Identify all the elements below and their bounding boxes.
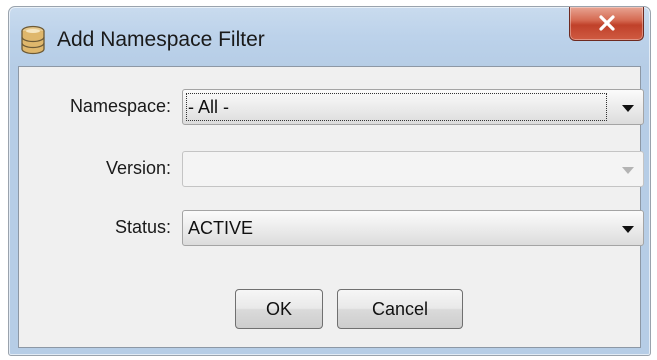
namespace-label: Namespace:	[69, 96, 171, 116]
database-icon	[20, 25, 46, 55]
version-label: Version:	[105, 158, 171, 178]
namespace-combobox[interactable]: - All -	[182, 89, 644, 125]
version-combobox[interactable]	[182, 151, 644, 187]
chevron-down-icon[interactable]	[622, 105, 634, 112]
title-bar[interactable]: Add Namespace Filter	[9, 7, 650, 67]
dialog-title: Add Namespace Filter	[57, 28, 265, 51]
cancel-button[interactable]: Cancel	[337, 289, 463, 329]
ok-button[interactable]: OK	[235, 289, 323, 329]
chevron-down-icon[interactable]	[622, 226, 634, 233]
namespace-value: - All -	[188, 97, 230, 117]
status-value: ACTIVE	[188, 218, 254, 238]
dialog-content: Namespace: - All - Version: Status: ACTI…	[18, 66, 644, 348]
chevron-down-icon[interactable]	[622, 167, 634, 174]
dialog-window: Add Namespace Filter Namespace: - All - …	[8, 6, 651, 356]
close-button[interactable]	[569, 7, 644, 41]
focus-indicator	[186, 93, 607, 121]
status-label: Status:	[114, 217, 171, 237]
status-combobox[interactable]: ACTIVE	[182, 210, 644, 246]
